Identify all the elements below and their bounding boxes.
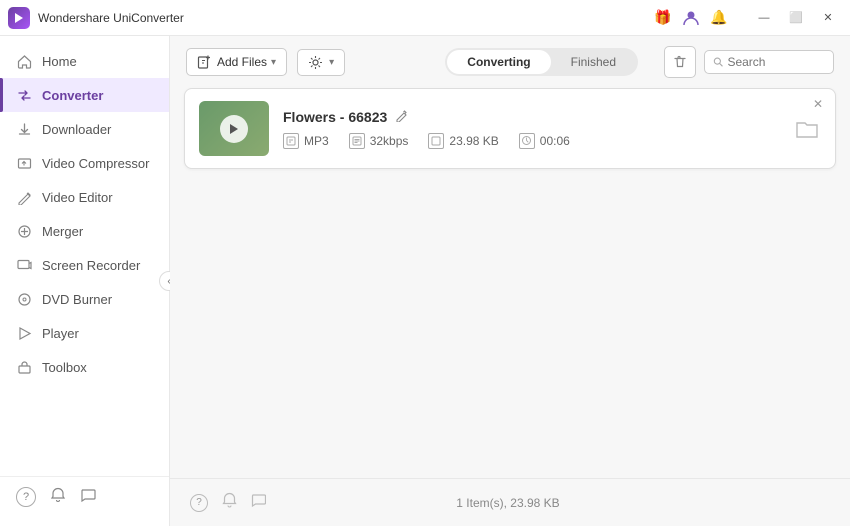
add-files-dropdown-icon: ▾ <box>271 57 276 68</box>
help-icon[interactable]: ? <box>16 487 36 507</box>
close-button[interactable]: ✕ <box>814 8 842 28</box>
close-card-button[interactable]: ✕ <box>809 95 827 113</box>
meta-duration: 00:06 <box>519 133 570 149</box>
meta-size-value: 23.98 KB <box>449 134 498 148</box>
meta-format-value: MP3 <box>304 134 329 148</box>
app-logo <box>8 7 30 29</box>
dvd-burner-icon <box>16 291 32 307</box>
window-controls: — ⬜ ✕ <box>750 8 842 28</box>
sidebar-item-merger-label: Merger <box>42 224 83 239</box>
sidebar-item-downloader[interactable]: Downloader <box>0 112 169 146</box>
sidebar-item-downloader-label: Downloader <box>42 122 111 137</box>
app-title: Wondershare UniConverter <box>38 11 184 25</box>
sidebar-item-dvd-burner-label: DVD Burner <box>42 292 112 307</box>
sidebar-item-video-compressor-label: Video Compressor <box>42 156 149 171</box>
sidebar-item-home-label: Home <box>42 54 77 69</box>
titlebar-icons: 🎁 🔔 <box>652 7 730 29</box>
sidebar: Home Converter Downloader <box>0 36 170 526</box>
screen-recorder-icon <box>16 257 32 273</box>
sidebar-item-home[interactable]: Home <box>0 44 169 78</box>
bottom-bell-icon[interactable] <box>222 492 237 513</box>
sidebar-item-converter-label: Converter <box>42 88 103 103</box>
file-meta: MP3 32kbps <box>283 133 779 149</box>
downloader-icon <box>16 121 32 137</box>
tab-finished[interactable]: Finished <box>551 50 636 74</box>
main-layout: Home Converter Downloader <box>0 36 850 526</box>
home-icon <box>16 53 32 69</box>
file-info: Flowers - 66823 <box>283 109 779 149</box>
sidebar-item-merger[interactable]: Merger <box>0 214 169 248</box>
sidebar-item-screen-recorder-label: Screen Recorder <box>42 258 140 273</box>
bitrate-icon <box>349 133 365 149</box>
toolbar: Add Files ▾ ▾ Converting Finished <box>170 36 850 88</box>
title-bar-left: Wondershare UniConverter <box>8 7 184 29</box>
file-list: Flowers - 66823 <box>170 88 850 478</box>
meta-bitrate: 32kbps <box>349 133 409 149</box>
file-thumbnail[interactable] <box>199 101 269 156</box>
meta-size: 23.98 KB <box>428 133 498 149</box>
search-input[interactable] <box>727 55 825 69</box>
play-button[interactable] <box>220 115 248 143</box>
content-area: Add Files ▾ ▾ Converting Finished <box>170 36 850 526</box>
delete-button[interactable] <box>664 46 696 78</box>
add-files-button[interactable]: Add Files ▾ <box>186 48 287 76</box>
edit-icon[interactable] <box>395 109 408 125</box>
sidebar-item-player[interactable]: Player <box>0 316 169 350</box>
converter-icon <box>16 87 32 103</box>
settings-dropdown-icon: ▾ <box>329 57 334 68</box>
file-name-row: Flowers - 66823 <box>283 109 779 125</box>
duration-icon <box>519 133 535 149</box>
sidebar-item-toolbox[interactable]: Toolbox <box>0 350 169 384</box>
sidebar-item-video-editor[interactable]: Video Editor <box>0 180 169 214</box>
sidebar-item-toolbox-label: Toolbox <box>42 360 87 375</box>
minimize-button[interactable]: — <box>750 8 778 28</box>
open-folder-icon[interactable] <box>793 115 821 143</box>
merger-icon <box>16 223 32 239</box>
toolbox-icon <box>16 359 32 375</box>
bottom-icons: ? <box>190 492 266 513</box>
search-bar[interactable] <box>704 50 834 74</box>
sidebar-item-video-compressor[interactable]: Video Compressor <box>0 146 169 180</box>
sidebar-item-player-label: Player <box>42 326 79 341</box>
meta-bitrate-value: 32kbps <box>370 134 409 148</box>
add-files-label: Add Files <box>217 55 267 69</box>
title-bar: Wondershare UniConverter 🎁 🔔 — ⬜ ✕ <box>0 0 850 36</box>
notification-icon[interactable] <box>50 487 66 508</box>
file-card: Flowers - 66823 <box>184 88 836 169</box>
format-icon <box>283 133 299 149</box>
sidebar-item-screen-recorder[interactable]: Screen Recorder <box>0 248 169 282</box>
tab-converting[interactable]: Converting <box>447 50 550 74</box>
bell-icon[interactable]: 🔔 <box>708 7 730 29</box>
bottom-help-icon[interactable]: ? <box>190 494 208 512</box>
player-icon <box>16 325 32 341</box>
bottom-bar: ? 1 Item(s), 23.98 KB <box>170 478 850 526</box>
size-icon <box>428 133 444 149</box>
file-name: Flowers - 66823 <box>283 109 387 125</box>
video-compressor-icon <box>16 155 32 171</box>
sidebar-item-converter[interactable]: Converter <box>0 78 169 112</box>
user-icon[interactable] <box>680 7 702 29</box>
bottom-status: 1 Item(s), 23.98 KB <box>456 496 559 510</box>
video-editor-icon <box>16 189 32 205</box>
bottom-chat-icon[interactable] <box>251 493 266 513</box>
feedback-icon[interactable] <box>80 487 96 508</box>
sidebar-item-dvd-burner[interactable]: DVD Burner <box>0 282 169 316</box>
settings-button[interactable]: ▾ <box>297 49 345 76</box>
meta-format: MP3 <box>283 133 329 149</box>
gift-icon[interactable]: 🎁 <box>652 7 674 29</box>
tab-bar: Converting Finished <box>445 48 638 76</box>
restore-button[interactable]: ⬜ <box>782 8 810 28</box>
toolbar-right <box>664 46 834 78</box>
meta-duration-value: 00:06 <box>540 134 570 148</box>
sidebar-bottom: ? <box>0 476 169 518</box>
sidebar-item-video-editor-label: Video Editor <box>42 190 113 205</box>
